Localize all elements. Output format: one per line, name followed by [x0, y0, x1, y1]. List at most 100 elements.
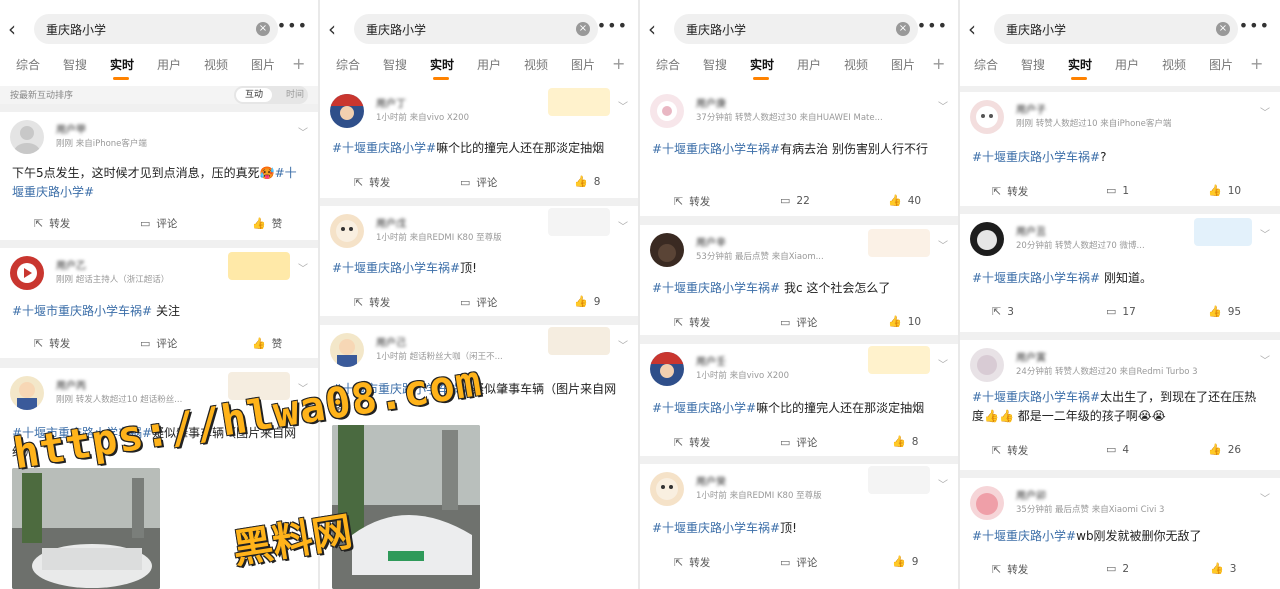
topic-tag[interactable]: #十堰重庆路小学# — [972, 529, 1076, 543]
tab-video[interactable]: 视频 — [844, 56, 868, 73]
search-query[interactable]: 重庆路小学 — [1006, 21, 1066, 38]
repost-button[interactable]: ⇱ 转发 — [34, 216, 70, 231]
repost-button[interactable]: ⇱ 转发 — [992, 562, 1028, 577]
avatar[interactable] — [970, 486, 1004, 520]
avatar[interactable] — [10, 256, 44, 290]
chevron-down-icon[interactable]: ﹀ — [298, 124, 308, 139]
like-button[interactable]: 👍 10 — [1208, 184, 1241, 197]
post-card[interactable]: 用户丙 刚刚 转发人数超过10 超话粉丝... ﹀ #十堰市重庆路小学车祸#疑似… — [0, 368, 318, 589]
back-arrow-icon[interactable]: ‹ — [648, 18, 666, 40]
sort-option-time[interactable]: 时间 — [286, 88, 304, 102]
user-name[interactable]: 用户寅 — [1016, 349, 1046, 364]
post-card[interactable]: 用户庚 37分钟前 转赞人数超过30 来自HUAWEI Mate... ﹀ #十… — [640, 86, 958, 216]
avatar[interactable] — [970, 348, 1004, 382]
post-card[interactable]: 用户乙 刚刚 超话主持人（浙江超话） ﹀ #十堰市重庆路小学车祸# 关注 ⇱ 转发… — [0, 248, 318, 358]
avatar[interactable] — [970, 100, 1004, 134]
topic-tag[interactable]: #十堰重庆路小学车祸# — [332, 261, 460, 275]
comment-button[interactable]: ▭ 4 — [1106, 443, 1129, 456]
repost-button[interactable]: ⇱ 转发 — [354, 295, 390, 310]
tab-users[interactable]: 用户 — [797, 56, 821, 73]
post-card[interactable]: 用户甲 刚刚 来自iPhone客户端 ﹀ 下午5点发生，这时候才见到点消息，压的… — [0, 112, 318, 240]
post-card[interactable]: 用户辛 53分钟前 最后点赞 来自Xiaom... ﹀ #十堰重庆路小学车祸# … — [640, 225, 958, 335]
chevron-down-icon[interactable]: ﹀ — [938, 356, 948, 371]
back-arrow-icon[interactable]: ‹ — [328, 18, 346, 40]
like-button[interactable]: 👍 8 — [892, 435, 918, 448]
chevron-down-icon[interactable]: ﹀ — [298, 260, 308, 275]
back-arrow-icon[interactable]: ‹ — [8, 18, 26, 40]
chevron-down-icon[interactable]: ﹀ — [1260, 104, 1270, 119]
like-button[interactable]: 👍 95 — [1208, 305, 1241, 318]
like-button[interactable]: 👍 3 — [1210, 562, 1236, 575]
topic-tag[interactable]: #十堰重庆路小学车祸# — [652, 142, 780, 156]
avatar[interactable] — [650, 472, 684, 506]
repost-button[interactable]: ⇱ 转发 — [674, 435, 710, 450]
post-card[interactable]: 用户壬 1小时前 来自vivo X200 ﹀ #十堰重庆路小学#嘛个比的撞完人还… — [640, 344, 958, 456]
post-card[interactable]: 用户丁 1小时前 来自vivo X200 ﹀ #十堰重庆路小学#嘛个比的撞完人还… — [320, 86, 638, 198]
like-button[interactable]: 👍 赞 — [252, 336, 282, 351]
search-bar[interactable]: 重庆路小学 × — [674, 14, 918, 44]
sort-toggle[interactable]: 互动 时间 — [234, 86, 308, 104]
avatar[interactable] — [10, 120, 44, 154]
post-card[interactable]: 用户寅 24分钟前 转赞人数超过20 来自Redmi Turbo 3 ﹀ #十堰… — [960, 340, 1280, 470]
search-bar[interactable]: 重庆路小学 × — [994, 14, 1238, 44]
tab-realtime[interactable]: 实时 — [110, 56, 134, 73]
clear-icon[interactable]: × — [576, 22, 590, 36]
avatar[interactable] — [330, 333, 364, 367]
chevron-down-icon[interactable]: ﹀ — [618, 98, 628, 113]
comment-button[interactable]: ▭ 17 — [1106, 305, 1136, 318]
tab-images[interactable]: 图片 — [891, 56, 915, 73]
repost-button[interactable]: ⇱ 3 — [992, 305, 1014, 318]
avatar[interactable] — [10, 376, 44, 410]
user-name[interactable]: 用户子 — [1016, 101, 1046, 116]
post-image[interactable] — [332, 425, 480, 589]
like-button[interactable]: 👍 9 — [892, 555, 918, 568]
topic-tag[interactable]: #十堰市重庆路小学车祸# — [12, 426, 152, 440]
post-card[interactable]: 用户癸 1小时前 来自REDMI K80 至尊版 ﹀ #十堰重庆路小学车祸#顶!… — [640, 464, 958, 589]
chevron-down-icon[interactable]: ﹀ — [1260, 352, 1270, 367]
comment-button[interactable]: ▭ 1 — [1106, 184, 1129, 197]
tab-video[interactable]: 视频 — [524, 56, 548, 73]
clear-icon[interactable]: × — [896, 22, 910, 36]
topic-tag[interactable]: #十堰重庆路小学车祸# — [652, 521, 780, 535]
user-name[interactable]: 用户乙 — [56, 257, 86, 272]
more-icon[interactable]: ••• — [917, 16, 948, 35]
avatar[interactable] — [650, 233, 684, 267]
post-card[interactable]: 用户己 1小时前 超话粉丝大咖（闲王不... ﹀ #十堰市重庆路小学车祸#疑似肇… — [320, 325, 638, 589]
topic-tag[interactable]: #十堰重庆路小学# — [332, 141, 436, 155]
user-name[interactable]: 用户卯 — [1016, 487, 1046, 502]
more-icon[interactable]: ••• — [1239, 16, 1270, 35]
comment-button[interactable]: ▭ 评论 — [780, 555, 817, 570]
repost-button[interactable]: ⇱ 转发 — [674, 555, 710, 570]
search-query[interactable]: 重庆路小学 — [686, 21, 746, 38]
tab-realtime[interactable]: 实时 — [430, 56, 454, 73]
repost-button[interactable]: ⇱ 转发 — [34, 336, 70, 351]
tab-smart-search[interactable]: 智搜 — [383, 56, 407, 73]
user-name[interactable]: 用户丑 — [1016, 223, 1046, 238]
comment-button[interactable]: ▭ 评论 — [140, 216, 177, 231]
tab-users[interactable]: 用户 — [477, 56, 501, 73]
comment-button[interactable]: ▭ 评论 — [460, 295, 497, 310]
tab-images[interactable]: 图片 — [1209, 56, 1233, 73]
topic-tag[interactable]: #十堰重庆路小学车祸# — [972, 150, 1100, 164]
topic-tag[interactable]: #十堰市重庆路小学车祸# — [12, 304, 152, 318]
topic-tag[interactable]: #十堰重庆路小学# — [652, 401, 756, 415]
comment-button[interactable]: ▭ 评论 — [780, 435, 817, 450]
like-button[interactable]: 👍 8 — [574, 175, 600, 188]
chevron-down-icon[interactable]: ﹀ — [1260, 226, 1270, 241]
avatar[interactable] — [330, 94, 364, 128]
post-card[interactable]: 用户子 刚刚 转赞人数超过10 来自iPhone客户端 ﹀ #十堰重庆路小学车祸… — [960, 92, 1280, 206]
like-button[interactable]: 👍 10 — [888, 315, 921, 328]
add-tab-icon[interactable]: + — [1250, 54, 1263, 73]
search-bar[interactable]: 重庆路小学 × — [354, 14, 598, 44]
tab-realtime[interactable]: 实时 — [1068, 56, 1092, 73]
like-button[interactable]: 👍 26 — [1208, 443, 1241, 456]
topic-tag[interactable]: #十堰重庆路小学车祸# — [972, 271, 1100, 285]
add-tab-icon[interactable]: + — [932, 54, 945, 73]
repost-button[interactable]: ⇱ 转发 — [674, 315, 710, 330]
user-name[interactable]: 用户丁 — [376, 95, 406, 110]
tab-comprehensive[interactable]: 综合 — [656, 56, 680, 73]
more-icon[interactable]: ••• — [597, 16, 628, 35]
tab-comprehensive[interactable]: 综合 — [16, 56, 40, 73]
comment-button[interactable]: ▭ 2 — [1106, 562, 1129, 575]
user-name[interactable]: 用户己 — [376, 334, 406, 349]
